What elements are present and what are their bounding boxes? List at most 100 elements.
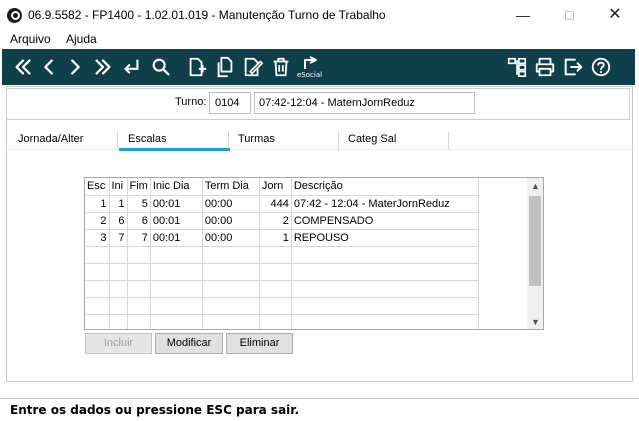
menu-arquivo[interactable]: Arquivo — [10, 32, 51, 46]
exit-button[interactable] — [560, 53, 586, 81]
exit-icon — [564, 58, 583, 76]
cell-fim: 7 — [127, 229, 151, 247]
column-header-esc[interactable]: Esc — [85, 178, 110, 196]
window-title: 06.9.5582 - FP1400 - 1.02.01.019 - Manut… — [28, 8, 386, 22]
table-row[interactable]: 1 1 5 00:01 00:00 444 07:42 - 12:04 - Ma… — [85, 195, 479, 213]
edit-button[interactable] — [240, 53, 266, 81]
table-header-row: Esc Ini Fim Inic Dia Term Dia Jorn Descr… — [85, 178, 479, 196]
next-record-button[interactable] — [62, 53, 88, 81]
cell-descricao: REPOUSO — [291, 229, 479, 247]
cell-term-dia: 00:00 — [202, 195, 260, 213]
escalas-table: Esc Ini Fim Inic Dia Term Dia Jorn Descr… — [85, 178, 479, 329]
cell-term-dia: 00:00 — [202, 212, 260, 230]
column-header-ini[interactable]: Ini — [109, 178, 128, 196]
last-record-button[interactable] — [90, 53, 116, 81]
tabs-baseline — [6, 149, 633, 150]
cell-inic-dia: 00:01 — [150, 195, 203, 213]
cell-fim: 5 — [127, 195, 151, 213]
scroll-down-icon[interactable]: ▼ — [531, 317, 540, 327]
help-icon — [591, 57, 611, 77]
turno-description-field: 07:42-12:04 - MaternJornReduz — [254, 92, 475, 114]
minimize-button[interactable]: — — [500, 4, 546, 28]
status-message: Entre os dados ou pressione ESC para sai… — [10, 403, 300, 417]
previous-icon — [44, 59, 53, 75]
maximize-icon — [564, 11, 574, 20]
copy-button[interactable] — [212, 53, 238, 81]
search-icon — [152, 58, 170, 76]
empty-row[interactable] — [85, 297, 479, 315]
tab-divider — [338, 132, 339, 150]
scrollbar-thumb[interactable] — [529, 196, 541, 286]
search-button[interactable] — [148, 53, 174, 81]
column-header-inic-dia[interactable]: Inic Dia — [150, 178, 203, 196]
tab-jornada-alter[interactable]: Jornada/Alter — [18, 133, 83, 145]
tab-turmas[interactable]: Turmas — [238, 133, 275, 145]
first-record-button[interactable] — [10, 53, 36, 81]
tab-divider — [117, 132, 118, 150]
empty-row[interactable] — [85, 263, 479, 281]
table-row[interactable]: 2 6 6 00:01 00:00 2 COMPENSADO — [85, 212, 479, 230]
column-header-descricao[interactable]: Descrição — [291, 178, 479, 196]
esocial-icon: eSocial — [297, 56, 322, 79]
structure-icon — [507, 57, 527, 77]
help-button[interactable] — [588, 53, 614, 81]
cell-esc: 1 — [85, 195, 110, 213]
tab-divider — [448, 132, 449, 150]
turno-code-field[interactable]: 0104 — [209, 92, 251, 114]
return-icon — [124, 59, 139, 74]
app-logo-icon — [7, 8, 22, 23]
cell-ini: 6 — [109, 212, 128, 230]
cell-esc: 3 — [85, 229, 110, 247]
cell-descricao: COMPENSADO — [291, 212, 479, 230]
modify-button[interactable]: Modificar — [155, 333, 223, 354]
empty-row[interactable] — [85, 314, 479, 329]
cell-descricao: 07:42 - 12:04 - MaterJornReduz — [291, 195, 479, 213]
empty-row[interactable] — [85, 280, 479, 298]
status-bar: Entre os dados ou pressione ESC para sai… — [0, 398, 639, 421]
tab-categ-sal[interactable]: Categ Sal — [348, 133, 396, 145]
column-header-fim[interactable]: Fim — [127, 178, 151, 196]
cell-fim: 6 — [127, 212, 151, 230]
cell-jorn: 2 — [259, 212, 292, 230]
cell-jorn: 1 — [259, 229, 292, 247]
esocial-label: eSocial — [297, 71, 322, 79]
title-bar: 06.9.5582 - FP1400 - 1.02.01.019 - Manut… — [0, 0, 639, 30]
close-button[interactable]: ✕ — [592, 4, 638, 28]
previous-record-button[interactable] — [36, 53, 62, 81]
edit-icon — [244, 57, 264, 77]
cell-ini: 7 — [109, 229, 128, 247]
cell-inic-dia: 00:01 — [150, 229, 203, 247]
column-header-term-dia[interactable]: Term Dia — [202, 178, 260, 196]
structure-button[interactable] — [504, 53, 530, 81]
delete-row-button[interactable]: Eliminar — [226, 333, 293, 354]
delete-button[interactable] — [268, 53, 294, 81]
escalas-grid[interactable]: Esc Ini Fim Inic Dia Term Dia Jorn Descr… — [84, 177, 544, 330]
first-icon — [15, 59, 31, 75]
cell-ini: 1 — [109, 195, 128, 213]
cell-term-dia: 00:00 — [202, 229, 260, 247]
delete-icon — [273, 57, 289, 77]
turno-label: Turno: — [175, 96, 207, 108]
new-record-icon — [189, 57, 207, 77]
menu-bar: Arquivo Ajuda — [0, 30, 639, 49]
menu-ajuda[interactable]: Ajuda — [66, 32, 97, 46]
toolbar: eSocial — [2, 49, 635, 85]
active-tab-indicator — [119, 148, 230, 151]
include-button[interactable]: Incluir — [85, 333, 152, 354]
last-icon — [95, 59, 111, 75]
print-button[interactable] — [532, 53, 558, 81]
maximize-button[interactable] — [546, 4, 592, 28]
new-record-button[interactable] — [184, 53, 210, 81]
cell-inic-dia: 00:01 — [150, 212, 203, 230]
esocial-button[interactable]: eSocial — [296, 53, 326, 81]
scroll-up-icon[interactable]: ▲ — [531, 181, 540, 191]
table-row[interactable]: 3 7 7 00:01 00:00 1 REPOUSO — [85, 229, 479, 247]
vertical-scrollbar[interactable]: ▲ ▼ — [527, 178, 543, 329]
next-icon — [71, 59, 80, 75]
column-header-jorn[interactable]: Jorn — [259, 178, 292, 196]
cell-jorn: 444 — [259, 195, 292, 213]
print-icon — [535, 57, 555, 77]
empty-row[interactable] — [85, 246, 479, 264]
return-button[interactable] — [118, 53, 144, 81]
tab-escalas[interactable]: Escalas — [128, 133, 167, 145]
